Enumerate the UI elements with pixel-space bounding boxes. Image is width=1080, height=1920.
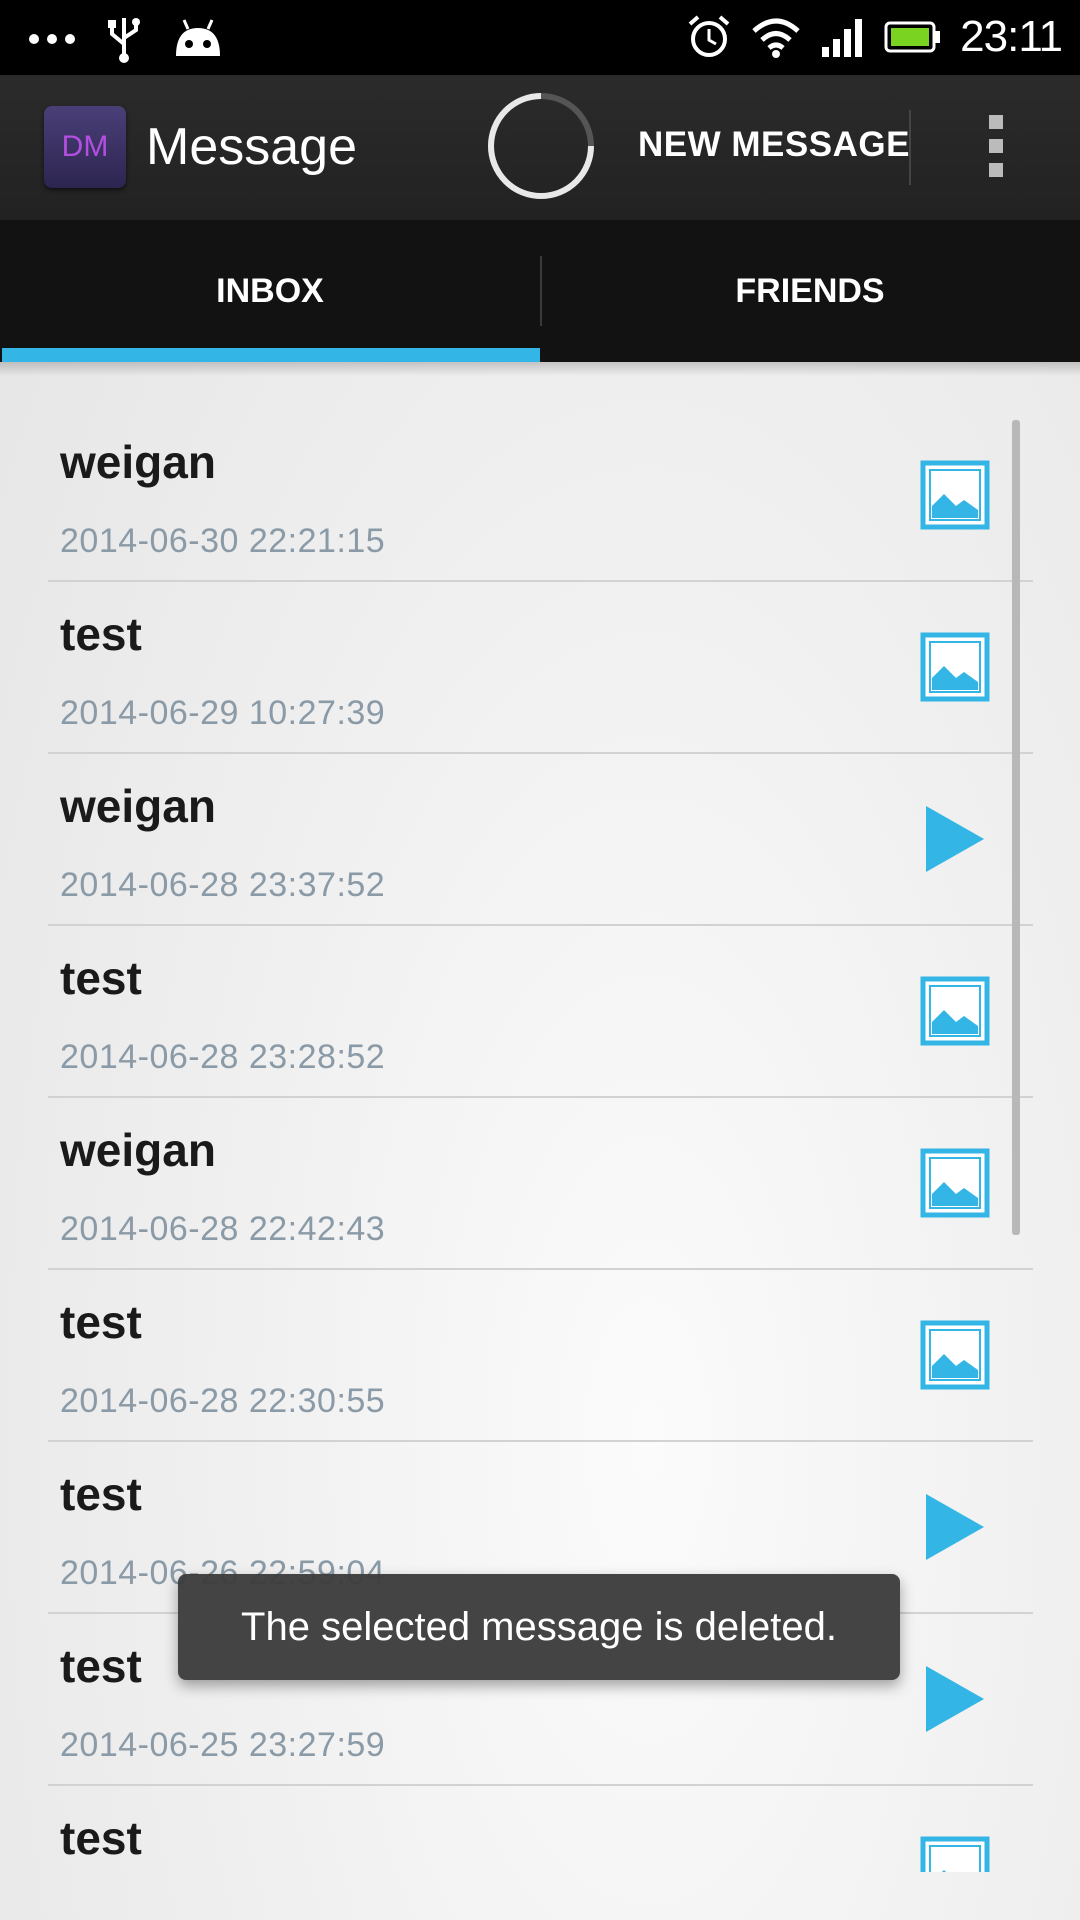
usb-icon: [108, 18, 140, 63]
action-bar-divider: [909, 110, 911, 185]
image-icon[interactable]: [920, 1148, 990, 1218]
tab-bar: INBOX FRIENDS: [0, 220, 1080, 362]
message-row[interactable]: weigan 2014-06-30 22:21:15: [48, 410, 1033, 582]
wifi-icon: [752, 18, 800, 58]
message-sender: test: [60, 1296, 142, 1348]
battery-icon: [884, 21, 941, 53]
message-date: 2014-06-28 23:37:52: [60, 866, 386, 904]
tab-inbox[interactable]: INBOX: [0, 220, 540, 362]
action-bar: DM Message NEW MESSAGE: [0, 75, 1080, 222]
android-icon: [176, 19, 220, 56]
signal-icon: [822, 19, 863, 57]
message-row[interactable]: weigan 2014-06-28 23:37:52: [48, 754, 1033, 926]
message-date: 2014-06-29 10:27:39: [60, 694, 386, 732]
play-icon[interactable]: [920, 1664, 990, 1734]
message-sender: test: [60, 1468, 142, 1520]
image-icon[interactable]: [920, 1836, 990, 1872]
message-date: 2014-06-28 22:30:55: [60, 1382, 386, 1420]
overflow-menu-icon[interactable]: [985, 115, 1007, 180]
toast-notification: The selected message is deleted.: [178, 1574, 900, 1680]
play-icon[interactable]: [920, 804, 990, 874]
message-sender: test: [60, 1640, 142, 1692]
tab-bar-shadow: [0, 362, 1080, 376]
list-scrollbar[interactable]: [1012, 420, 1020, 1235]
tab-inbox-label: INBOX: [216, 272, 324, 310]
message-date: 2014-06-30 22:21:15: [60, 522, 386, 560]
image-icon[interactable]: [920, 632, 990, 702]
app-logo[interactable]: DM: [44, 106, 126, 188]
status-time: 23:11: [960, 12, 1063, 61]
tab-friends[interactable]: FRIENDS: [540, 220, 1080, 362]
loading-spinner-icon: [488, 93, 594, 199]
message-date: 2014-06-28 22:42:43: [60, 1210, 386, 1248]
message-sender: test: [60, 1812, 142, 1864]
image-icon[interactable]: [920, 976, 990, 1046]
message-sender: weigan: [60, 780, 216, 832]
message-sender: test: [60, 952, 142, 1004]
image-icon[interactable]: [920, 460, 990, 530]
message-row[interactable]: test 2014-06-28 23:28:52: [48, 926, 1033, 1098]
app-title: Message: [146, 118, 357, 176]
message-row[interactable]: test 2014-06-29 10:27:39: [48, 582, 1033, 754]
new-message-button[interactable]: NEW MESSAGE: [638, 125, 910, 165]
play-icon[interactable]: [920, 1492, 990, 1562]
tab-friends-label: FRIENDS: [735, 272, 885, 310]
message-sender: test: [60, 608, 142, 660]
message-row[interactable]: test: [48, 1786, 1033, 1872]
alarm-icon: [688, 15, 730, 57]
message-sender: weigan: [60, 436, 216, 488]
more-dots-icon: [29, 34, 75, 44]
image-icon[interactable]: [920, 1320, 990, 1390]
status-bar: 23:11: [0, 0, 1080, 75]
message-row[interactable]: weigan 2014-06-28 22:42:43: [48, 1098, 1033, 1270]
message-date: 2014-06-28 23:28:52: [60, 1038, 386, 1076]
message-date: 2014-06-25 23:27:59: [60, 1726, 386, 1764]
tab-active-indicator: [2, 348, 540, 362]
message-sender: weigan: [60, 1124, 216, 1176]
message-row[interactable]: test 2014-06-28 22:30:55: [48, 1270, 1033, 1442]
